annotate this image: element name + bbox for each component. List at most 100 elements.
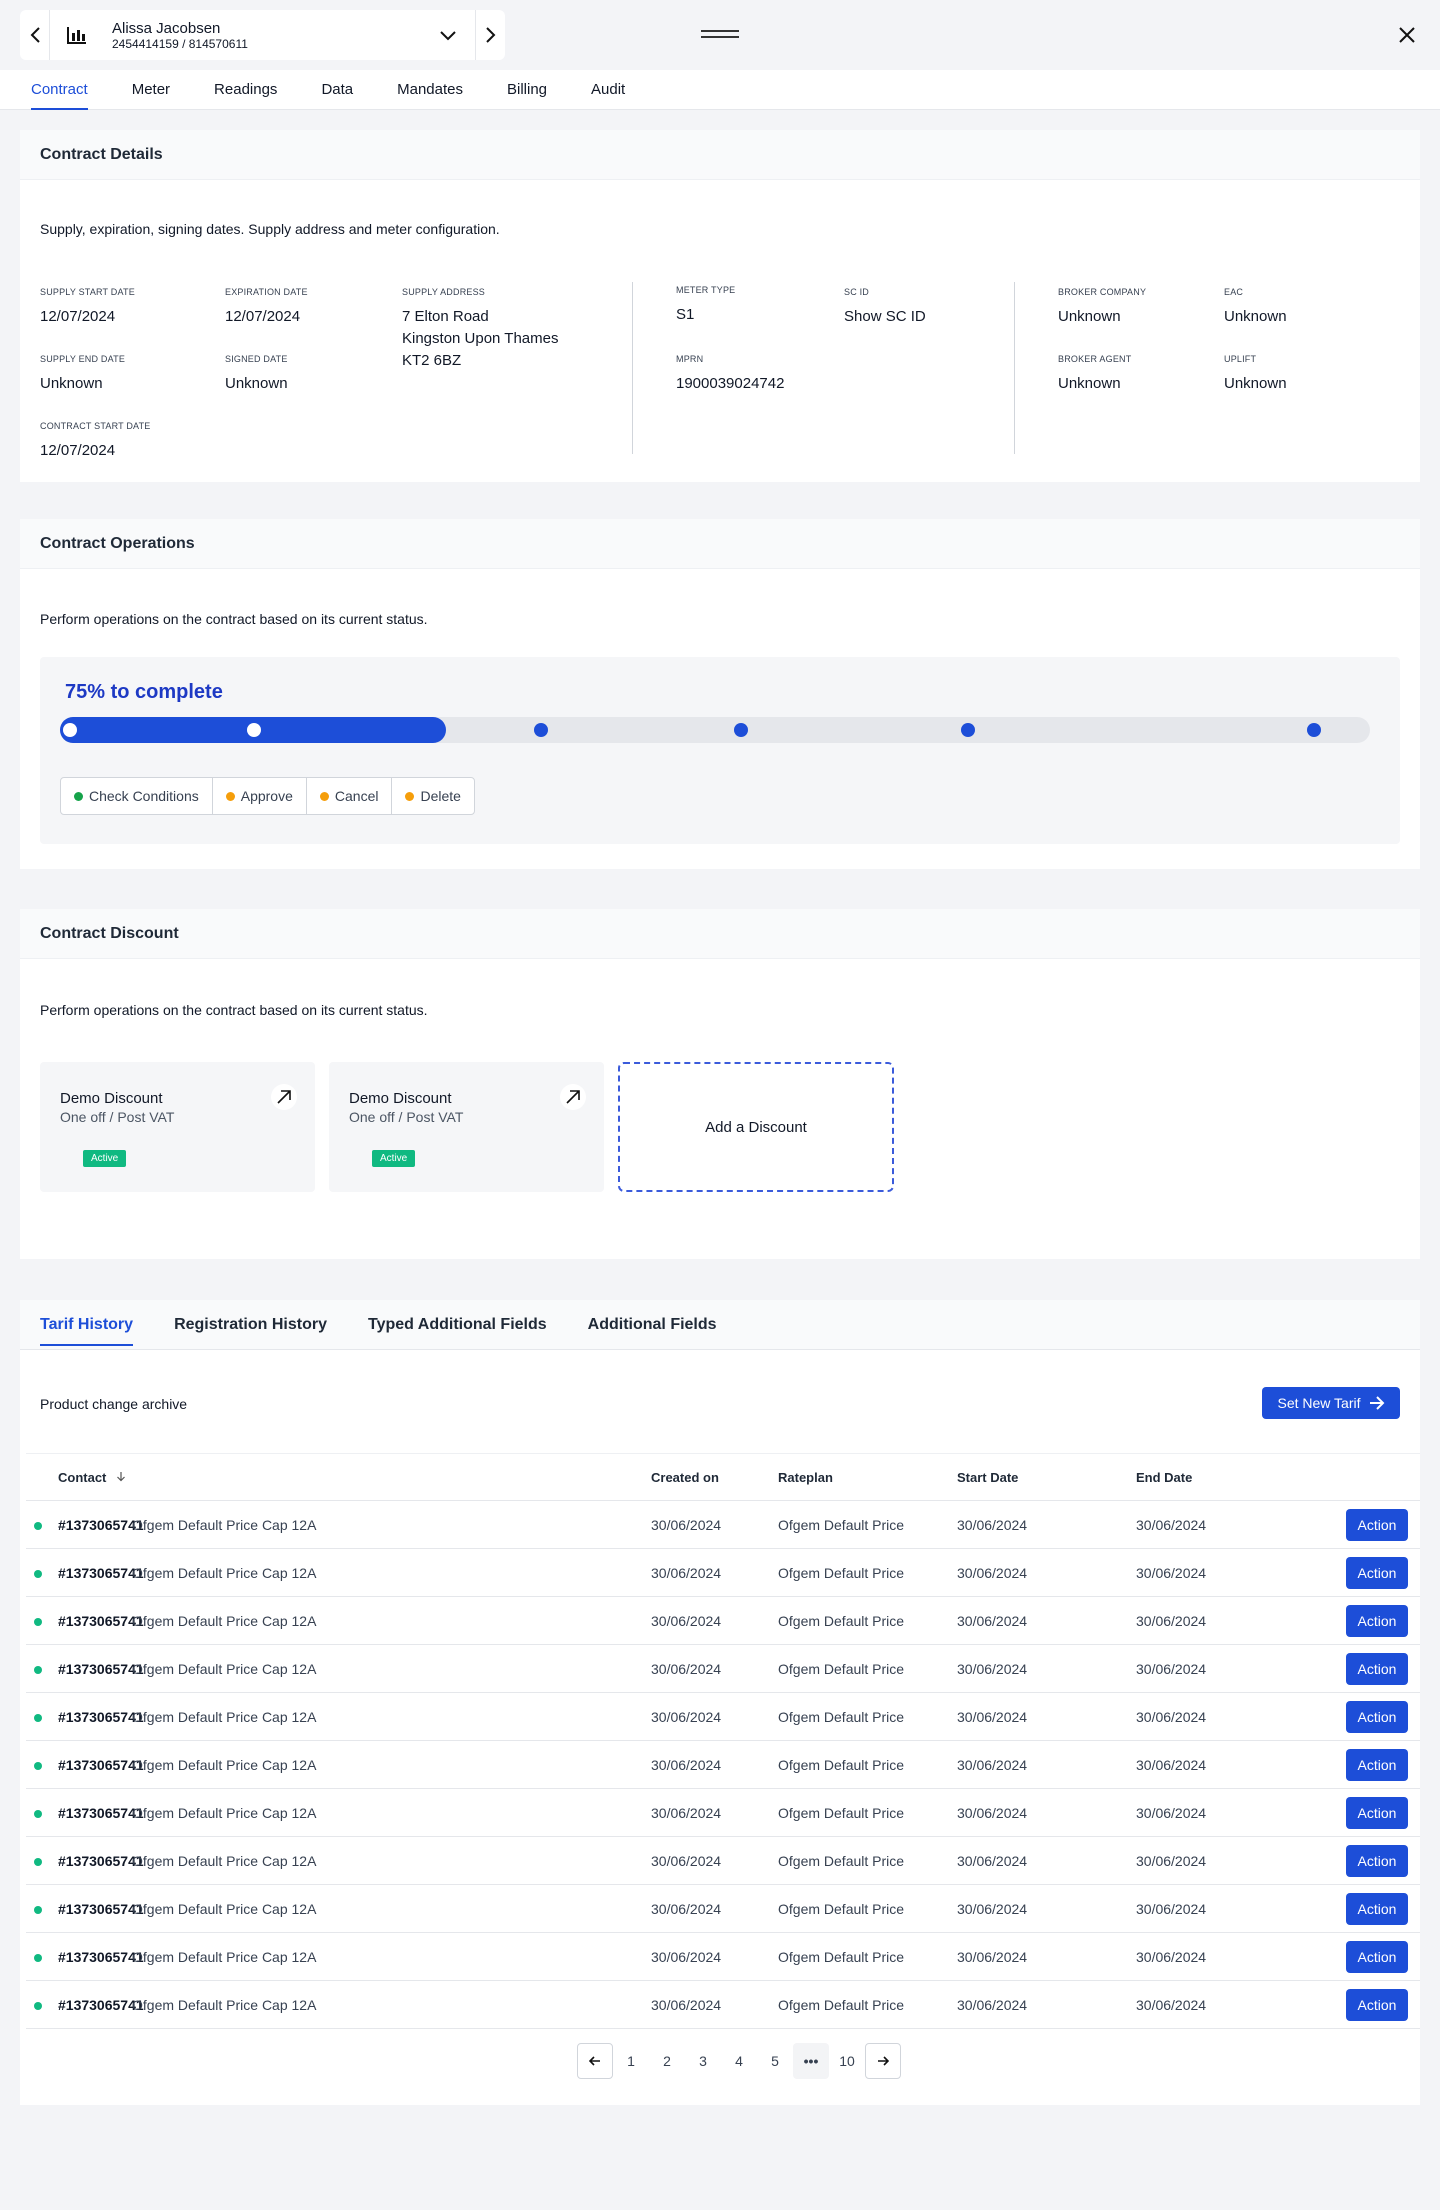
action-button[interactable]: Action (1346, 1605, 1408, 1637)
tab-additional-fields[interactable]: Additional Fields (588, 1300, 717, 1350)
previous-page-button[interactable] (577, 2043, 613, 2079)
field-label: MPRN (676, 354, 704, 364)
action-button[interactable]: Action (1346, 1845, 1408, 1877)
tab-data[interactable]: Data (299, 70, 375, 110)
page-number-button[interactable]: 2 (649, 2043, 685, 2079)
add-discount-button[interactable]: Add a Discount (618, 1062, 894, 1192)
product-name: Ofgem Default Price Cap 12A (132, 1853, 317, 1869)
field-value: Unknown (1224, 375, 1287, 392)
tab-registration-history[interactable]: Registration History (174, 1300, 327, 1350)
column-header-start-date[interactable]: Start Date (957, 1470, 1018, 1485)
field-label: UPLIFT (1224, 354, 1257, 364)
main-tabs: Contract Meter Readings Data Mandates Bi… (0, 70, 1440, 110)
table-row[interactable]: #1373065741 Ofgem Default Price Cap 12A 30… (26, 1645, 1420, 1693)
open-arrow-icon[interactable] (271, 1084, 297, 1110)
progress-step-dot (734, 723, 749, 737)
delete-button[interactable]: Delete (392, 778, 473, 814)
section-description: Supply, expiration, signing dates. Suppl… (40, 221, 500, 237)
action-button[interactable]: Action (1346, 1989, 1408, 2021)
next-account-button[interactable] (475, 10, 505, 60)
status-dot-icon (34, 1714, 42, 1722)
column-header-rateplan[interactable]: Rateplan (778, 1470, 833, 1485)
action-button[interactable]: Action (1346, 1509, 1408, 1541)
status-dot-icon (74, 791, 83, 801)
drag-handle[interactable] (701, 30, 739, 40)
set-new-tarif-button[interactable]: Set New Tarif (1262, 1387, 1400, 1419)
approve-button[interactable]: Approve (213, 778, 307, 814)
check-conditions-button[interactable]: Check Conditions (61, 778, 213, 814)
column-label: Contact (58, 1470, 107, 1485)
address-line-2: Kingston Upon Thames (402, 330, 559, 347)
action-button[interactable]: Action (1346, 1893, 1408, 1925)
contact-id: #1373065741 (58, 1757, 144, 1773)
status-dot-icon (34, 1954, 42, 1962)
tab-mandates[interactable]: Mandates (375, 70, 485, 110)
action-button[interactable]: Action (1346, 1797, 1408, 1829)
column-header-contact[interactable]: Contact (58, 1470, 126, 1485)
action-button[interactable]: Action (1346, 1557, 1408, 1589)
created-on: 30/06/2024 (651, 1613, 722, 1629)
tab-readings[interactable]: Readings (192, 70, 299, 110)
sc-id-field: SC ID Show SC ID (844, 287, 926, 328)
button-label: Set New Tarif (1277, 1395, 1361, 1411)
table-row[interactable]: #1373065741 Ofgem Default Price Cap 12A 30… (26, 1885, 1420, 1933)
action-button[interactable]: Action (1346, 1749, 1408, 1781)
contact-id: #1373065741 (58, 1949, 144, 1965)
end-date: 30/06/2024 (1136, 1757, 1207, 1773)
table-row[interactable]: #1373065741 Ofgem Default Price Cap 12A 30… (26, 1597, 1420, 1645)
page-number-button[interactable]: 4 (721, 2043, 757, 2079)
status-dot-icon (225, 791, 235, 801)
field-label: METER TYPE (676, 285, 736, 295)
rateplan: Ofgem Default Price (778, 1565, 905, 1581)
progress-step-dot (1306, 723, 1321, 737)
table-row[interactable]: #1373065741 Ofgem Default Price Cap 12A 30… (26, 1789, 1420, 1837)
table-row[interactable]: #1373065741 Ofgem Default Price Cap 12A 30… (26, 1837, 1420, 1885)
rateplan: Ofgem Default Price (778, 1661, 905, 1677)
tab-audit[interactable]: Audit (569, 70, 647, 110)
end-date: 30/06/2024 (1136, 1853, 1207, 1869)
tab-meter[interactable]: Meter (110, 70, 192, 110)
arrow-left-icon (589, 2056, 600, 2066)
page-number-button[interactable]: 5 (757, 2043, 793, 2079)
column-header-created-on[interactable]: Created on (651, 1470, 719, 1485)
tab-tarif-history[interactable]: Tarif History (40, 1300, 134, 1350)
table-row[interactable]: #1373065741 Ofgem Default Price Cap 12A 30… (26, 1549, 1420, 1597)
start-date: 30/06/2024 (957, 1901, 1028, 1917)
account-selector[interactable]: Alissa Jacobsen 2454414159 / 814570611 (20, 10, 505, 60)
status-badge: Active (83, 1150, 127, 1167)
table-row[interactable]: #1373065741 Ofgem Default Price Cap 12A 30… (26, 1981, 1420, 2029)
discount-card[interactable]: Demo Discount One off / Post VAT Active (329, 1062, 604, 1192)
discount-type: One off / Post VAT (349, 1109, 464, 1125)
table-row[interactable]: #1373065741 Ofgem Default Price Cap 12A 30… (26, 1741, 1420, 1789)
action-button[interactable]: Action (1346, 1701, 1408, 1733)
pagination-ellipsis[interactable]: ••• (793, 2043, 829, 2079)
previous-account-button[interactable] (20, 10, 50, 60)
page-number-button[interactable]: 10 (829, 2043, 865, 2079)
section-description: Perform operations on the contract based… (40, 1002, 428, 1018)
open-arrow-icon[interactable] (560, 1084, 586, 1110)
discount-card[interactable]: Demo Discount One off / Post VAT Active (40, 1062, 315, 1192)
contact-id: #1373065741 (58, 1805, 144, 1821)
tab-billing[interactable]: Billing (485, 70, 569, 110)
tab-typed-additional-fields[interactable]: Typed Additional Fields (368, 1300, 547, 1350)
contract-operations-card: Contract Operations Perform operations o… (20, 519, 1420, 869)
product-name: Ofgem Default Price Cap 12A (132, 1613, 317, 1629)
start-date: 30/06/2024 (957, 1949, 1028, 1965)
table-row[interactable]: #1373065741 Ofgem Default Price Cap 12A 30… (26, 1693, 1420, 1741)
column-header-end-date[interactable]: End Date (1136, 1470, 1192, 1485)
page-number-button[interactable]: 3 (685, 2043, 721, 2079)
close-icon[interactable] (1396, 24, 1418, 46)
show-sc-id-link[interactable]: Show SC ID (844, 306, 926, 328)
table-row[interactable]: #1373065741 Ofgem Default Price Cap 12A 30… (26, 1933, 1420, 1981)
tab-contract[interactable]: Contract (0, 70, 110, 110)
cancel-button[interactable]: Cancel (307, 778, 393, 814)
chevron-right-icon (485, 27, 495, 43)
section-title: Contract Details (20, 130, 1420, 180)
action-button[interactable]: Action (1346, 1941, 1408, 1973)
chevron-down-icon[interactable] (437, 24, 459, 46)
next-page-button[interactable] (865, 2043, 901, 2079)
action-button[interactable]: Action (1346, 1653, 1408, 1685)
table-row[interactable]: #1373065741 Ofgem Default Price Cap 12A 30… (26, 1501, 1420, 1549)
end-date: 30/06/2024 (1136, 1709, 1207, 1725)
page-number-button[interactable]: 1 (613, 2043, 649, 2079)
